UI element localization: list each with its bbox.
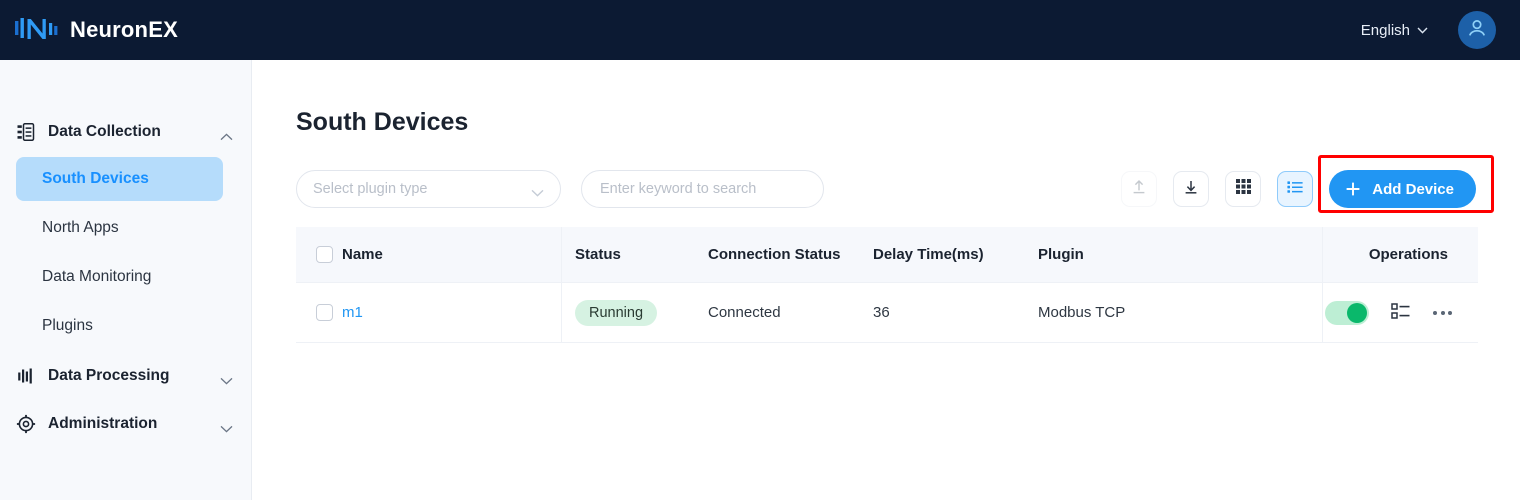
list-view-icon <box>1286 178 1304 201</box>
status-badge: Running <box>575 300 657 326</box>
sidebar-item-north-apps[interactable]: North Apps <box>16 206 223 250</box>
toolbar-actions: Add Device <box>1121 170 1476 208</box>
list-detail-icon[interactable] <box>1391 302 1411 324</box>
plus-icon <box>1345 181 1361 197</box>
sidebar-group-administration[interactable]: Administration <box>0 404 251 444</box>
toggle-knob <box>1347 303 1367 323</box>
cell-delay-time: 36 <box>860 304 1025 321</box>
column-header-connection-status[interactable]: Connection Status <box>695 246 860 263</box>
column-header-operations: Operations <box>1323 246 1478 263</box>
sidebar-group-data-processing[interactable]: Data Processing <box>0 356 251 396</box>
list-view-button[interactable] <box>1277 171 1313 207</box>
dot <box>1433 311 1437 315</box>
app-header: NeuronEX English <box>0 0 1520 60</box>
table-row[interactable]: m1 Running Connected 36 Modbus TCP <box>296 283 1478 343</box>
dot <box>1441 311 1445 315</box>
sidebar-item-label: South Devices <box>42 170 149 188</box>
main-content: South Devices Select plugin type <box>252 60 1520 500</box>
dot <box>1448 311 1452 315</box>
app-root: NeuronEX English <box>0 0 1520 500</box>
user-avatar-icon <box>1466 17 1488 44</box>
grid-view-button[interactable] <box>1225 171 1261 207</box>
devices-table: Name Status Connection Status Delay Time… <box>296 227 1478 343</box>
chevron-down-icon <box>531 185 544 193</box>
sidebar-item-south-devices[interactable]: South Devices <box>16 157 223 201</box>
data-collection-icon <box>16 122 36 142</box>
cell-status: Running <box>562 300 695 326</box>
cell-name: m1 <box>342 283 562 342</box>
sidebar-group-label: Data Processing <box>48 367 169 385</box>
plugin-type-select-value: Select plugin type <box>313 181 427 197</box>
chevron-down-icon <box>220 372 233 380</box>
brand[interactable]: NeuronEX <box>14 13 178 47</box>
download-icon <box>1182 178 1200 201</box>
cell-operations <box>1323 301 1478 325</box>
column-header-delay-time[interactable]: Delay Time(ms) <box>860 246 1025 263</box>
table-header-row: Name Status Connection Status Delay Time… <box>296 227 1478 283</box>
download-button[interactable] <box>1173 171 1209 207</box>
device-enable-toggle[interactable] <box>1325 301 1369 325</box>
add-device-label: Add Device <box>1372 181 1454 198</box>
chevron-up-icon <box>220 128 233 136</box>
language-label: English <box>1361 22 1410 39</box>
header-right: English <box>1361 11 1520 49</box>
sidebar-item-plugins[interactable]: Plugins <box>16 304 223 348</box>
sidebar-item-data-monitoring[interactable]: Data Monitoring <box>16 255 223 299</box>
data-processing-icon <box>16 366 36 386</box>
search-box[interactable] <box>581 170 824 208</box>
sidebar-item-label: Plugins <box>42 317 93 335</box>
gear-icon <box>16 414 36 434</box>
row-select-cell <box>296 304 342 321</box>
page-title: South Devices <box>296 108 468 137</box>
avatar[interactable] <box>1458 11 1496 49</box>
column-header-name[interactable]: Name <box>342 227 562 283</box>
neuron-logo-icon <box>14 13 60 47</box>
grid-view-icon <box>1235 178 1252 200</box>
select-all-cell <box>296 246 342 263</box>
cell-plugin: Modbus TCP <box>1025 283 1323 342</box>
sidebar-item-label: Data Monitoring <box>42 268 151 286</box>
sidebar-group-data-collection[interactable]: Data Collection <box>0 112 251 152</box>
sidebar: Data Collection South Devices North Apps… <box>0 60 252 500</box>
brand-name: NeuronEX <box>70 17 178 43</box>
cell-connection-status: Connected <box>695 304 860 321</box>
more-horizontal-icon[interactable] <box>1433 311 1452 315</box>
select-all-checkbox[interactable] <box>316 246 333 263</box>
sidebar-item-label: North Apps <box>42 219 119 237</box>
language-selector[interactable]: English <box>1361 22 1428 39</box>
upload-button[interactable] <box>1121 171 1157 207</box>
device-name-link[interactable]: m1 <box>342 304 363 321</box>
column-header-plugin[interactable]: Plugin <box>1025 227 1323 283</box>
toolbar: Select plugin type <box>296 165 1476 213</box>
sidebar-group-label: Data Collection <box>48 123 161 141</box>
search-input[interactable] <box>598 180 807 198</box>
plugin-type-select[interactable]: Select plugin type <box>296 170 561 208</box>
add-device-button[interactable]: Add Device <box>1329 170 1476 208</box>
sidebar-group-label: Administration <box>48 415 157 433</box>
chevron-down-icon <box>220 420 233 428</box>
row-checkbox[interactable] <box>316 304 333 321</box>
chevron-down-icon <box>1417 27 1428 34</box>
upload-icon <box>1130 178 1148 201</box>
column-header-status[interactable]: Status <box>562 246 695 263</box>
